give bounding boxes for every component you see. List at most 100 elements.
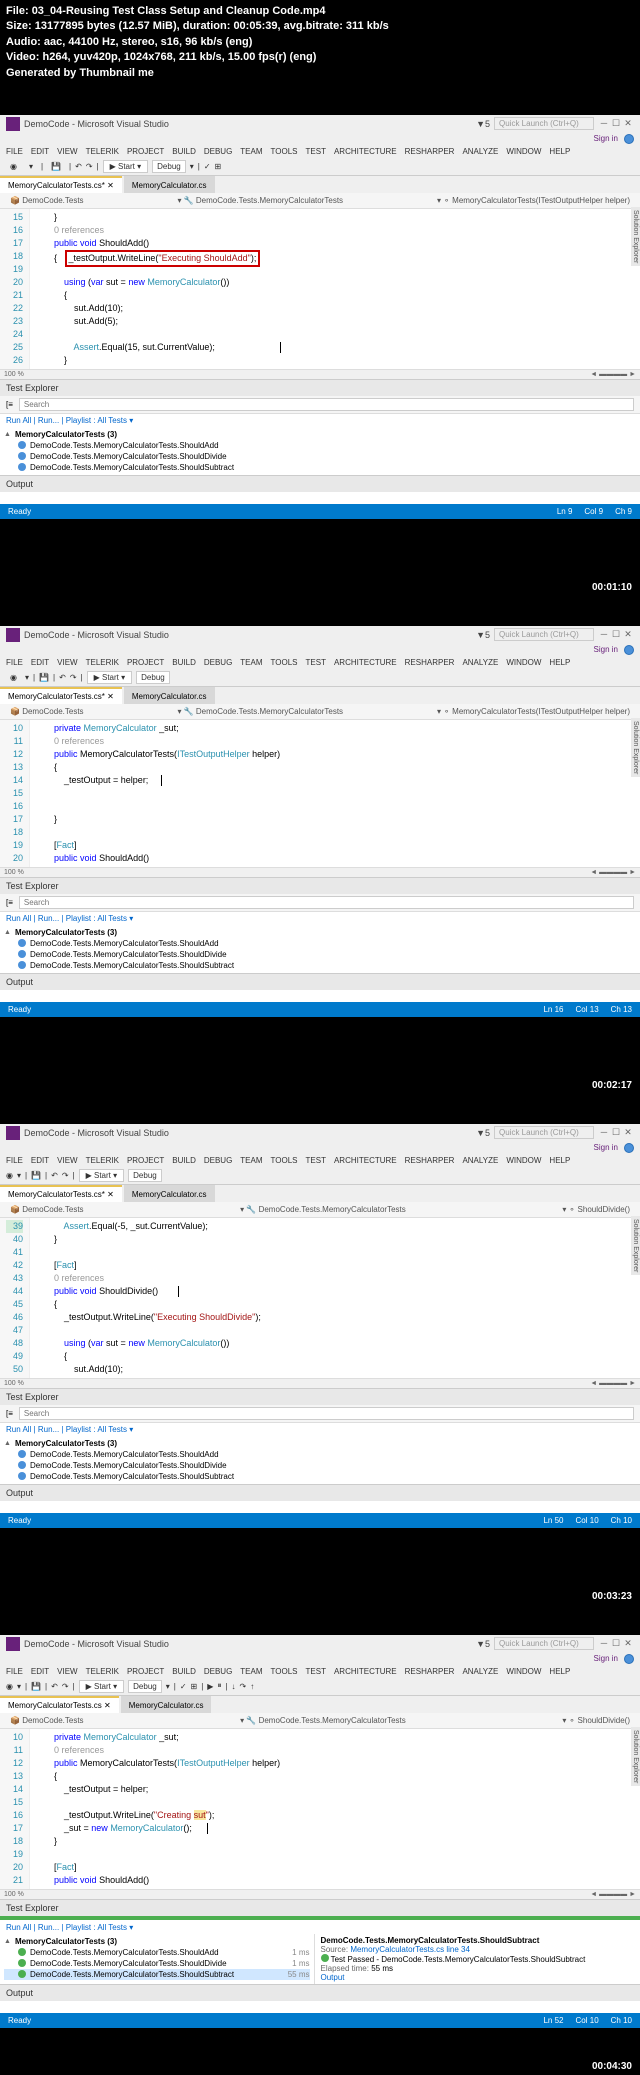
test-pass-bar [0,1916,640,1920]
run-all-link[interactable]: Run All [6,416,31,425]
vs-logo-icon [6,1637,20,1651]
menu-view[interactable]: VIEW [57,147,77,156]
quick-launch-input[interactable]: Quick Launch (Ctrl+Q) [494,117,594,130]
test-item[interactable]: DemoCode.Tests.MemoryCalculatorTests.Sho… [4,1958,310,1969]
start-button[interactable]: ▶ Start ▾ [103,160,149,173]
menu-debug[interactable]: DEBUG [204,147,232,156]
test-item[interactable]: DemoCode.Tests.MemoryCalculatorTests.Sho… [4,1969,310,1980]
file-info-block: File: 03_04-Reusing Test Class Setup and… [0,0,640,85]
audio-value: aac, 44100 Hz, stereo, s16, 96 kb/s (eng… [44,36,253,48]
video-value: h264, yuv420p, 1024x768, 211 kb/s, 15.00… [42,51,316,63]
menu-window[interactable]: WINDOW [506,147,541,156]
test-item[interactable]: DemoCode.Tests.MemoryCalculatorTests.Sho… [4,451,636,462]
zoom-level[interactable]: 100 % [4,371,24,378]
debug-dropdown[interactable]: Debug [136,671,170,684]
test-search-input[interactable] [19,896,634,909]
tab-inactive[interactable]: MemoryCalculator.cs [124,687,215,704]
test-item[interactable]: DemoCode.Tests.MemoryCalculatorTests.Sho… [4,1947,310,1958]
output-body[interactable] [0,492,640,504]
menu-project[interactable]: PROJECT [127,147,164,156]
test-group[interactable]: ▲MemoryCalculatorTests (3) [4,429,636,440]
menu-telerik[interactable]: TELERIK [86,147,119,156]
test-item[interactable]: DemoCode.Tests.MemoryCalculatorTests.Sho… [4,440,636,451]
sign-in-link[interactable]: Sign in [594,645,618,655]
vs-logo-icon [6,628,20,642]
debug-dropdown[interactable]: Debug [152,160,186,173]
text-cursor [178,1286,179,1297]
source-link[interactable]: MemoryCalculatorTests.cs line 34 [350,1945,470,1954]
line-gutter: 151617181920212223242526 [0,209,30,369]
test-explorer-header[interactable]: Test Explorer [0,877,640,894]
test-run-bar: Run All | Run... | Playlist : All Tests … [0,414,640,427]
file-name: 03_04-Reusing Test Class Setup and Clean… [32,5,326,17]
text-cursor [207,1823,208,1834]
menubar[interactable]: FILEEDITVIEWTELERIKPROJECTBUILDDEBUGTEAM… [0,656,640,669]
quick-launch-input[interactable]: Quick Launch (Ctrl+Q) [494,628,594,641]
account-icon[interactable] [624,645,634,655]
menu-help[interactable]: HELP [549,147,570,156]
timestamp-3: 00:03:23 [0,1588,640,1605]
run-link[interactable]: Run... [38,416,59,425]
main-toolbar[interactable]: ◉▾|💾|↶↷|▶ Start ▾Debug [0,669,640,687]
test-search-input[interactable] [19,398,634,411]
pass-icon [18,1970,26,1978]
output-link[interactable]: Output [321,1973,345,1982]
menu-test[interactable]: TEST [306,147,326,156]
code-editor[interactable]: 394041424344454647484950 Assert.Equal(-5… [0,1218,640,1378]
test-explorer-header[interactable]: Test Explorer [0,379,640,396]
menu-file[interactable]: FILE [6,147,23,156]
window-controls[interactable]: ─☐✕ [598,629,634,640]
menubar[interactable]: FILE EDIT VIEW TELERIK PROJECT BUILD DEBUG TEAM… [0,145,640,158]
status-ready: Ready [8,507,31,516]
code-editor[interactable]: 1011121314151617181920 private MemoryCal… [0,720,640,867]
menu-edit[interactable]: EDIT [31,147,49,156]
video-label: Video: [6,51,39,63]
output-header[interactable]: Output [0,475,640,492]
size-value: 13177895 bytes (12.57 MiB), duration: 00… [35,20,389,32]
vs-logo-icon [6,117,20,131]
solution-explorer-tab[interactable]: Solution Explorer [631,718,640,777]
playlist-link[interactable]: Playlist : All Tests [66,416,127,425]
vs-screenshot-2: DemoCode - Microsoft Visual Studio▼5Quic… [0,626,640,1017]
titlebar: DemoCode - Microsoft Visual Studio ▼5 Qu… [0,115,640,133]
menu-team[interactable]: TEAM [240,147,262,156]
generator: Generated by Thumbnail me [6,66,634,81]
test-list: ▲MemoryCalculatorTests (3) DemoCode.Test… [0,427,640,475]
test-item[interactable]: DemoCode.Tests.MemoryCalculatorTests.Sho… [4,462,636,473]
vs-logo-icon [6,1126,20,1140]
bc-method[interactable]: ▾ ⚬ MemoryCalculatorTests(ITestOutputHel… [433,195,634,206]
bc-class[interactable]: ▾ 🔧 DemoCode.Tests.MemoryCalculatorTests [173,195,347,206]
statusbar: Ready Ln 9Col 9Ch 9 [0,504,640,519]
detail-title: DemoCode.Tests.MemoryCalculatorTests.Sho… [321,1936,540,1945]
menu-tools[interactable]: TOOLS [271,147,298,156]
tab-inactive[interactable]: MemoryCalculator.cs [124,176,215,193]
main-toolbar[interactable]: ◉▾|💾|↶↷| ▶ Start ▾ Debug ▾|✓⊞ [0,158,640,176]
tab-active[interactable]: MemoryCalculatorTests.cs* ✕ [0,687,122,704]
sign-in-link[interactable]: Sign in [594,134,618,144]
timestamp-4: 00:04:30 [0,2058,640,2075]
tab-active[interactable]: MemoryCalculatorTests.cs* ✕ [0,176,122,193]
start-button[interactable]: ▶ Start ▾ [87,671,133,684]
timestamp-2: 00:02:17 [0,1077,640,1094]
bc-project[interactable]: 📦 DemoCode.Tests [6,195,88,206]
pass-icon [321,1954,329,1962]
window-controls[interactable]: ─☐✕ [598,118,634,129]
account-icon[interactable] [624,134,634,144]
menu-build[interactable]: BUILD [172,147,196,156]
solution-explorer-tab[interactable]: Solution Explorer [631,207,640,266]
menu-architecture[interactable]: ARCHITECTURE [334,147,397,156]
editor-breadcrumb[interactable]: 📦 DemoCode.Tests ▾ 🔧 DemoCode.Tests.Memo… [0,193,640,209]
timestamp-1: 00:01:10 [0,579,640,596]
window-title: DemoCode - Microsoft Visual Studio [24,630,169,640]
pass-icon [18,1959,26,1967]
text-cursor [161,775,162,786]
vs-screenshot-4: DemoCode - Microsoft Visual Studio▼5Quic… [0,1635,640,2028]
file-label: File: [6,5,29,17]
code-editor[interactable]: 101112131415161718192021 private MemoryC… [0,1729,640,1889]
code-editor[interactable]: 151617181920212223242526 } 0 references … [0,209,640,369]
vs-screenshot-1: DemoCode - Microsoft Visual Studio ▼5 Qu… [0,115,640,519]
window-title: DemoCode - Microsoft Visual Studio [24,119,169,129]
menu-resharper[interactable]: RESHARPER [405,147,455,156]
test-stream-icon[interactable]: [≡ [6,400,13,409]
menu-analyze[interactable]: ANALYZE [462,147,498,156]
